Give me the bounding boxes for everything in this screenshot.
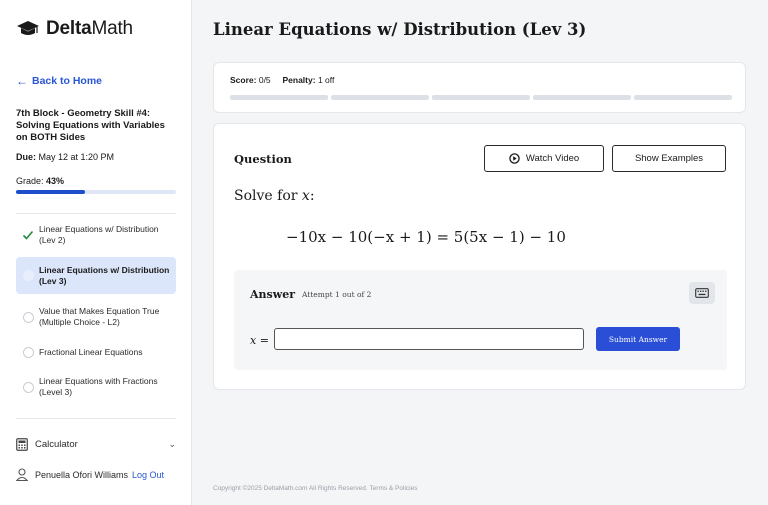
chevron-down-icon: ⌄: [168, 439, 176, 449]
equation: −10x − 10(−x + 1) = 5(5x − 1) − 10: [286, 228, 566, 246]
attempt-counter: Attempt 1 out of 2: [302, 290, 372, 299]
prompt-colon: :: [309, 188, 315, 204]
circle-icon: [22, 346, 34, 358]
answer-input[interactable]: [274, 328, 584, 350]
watch-video-label: Watch Video: [525, 153, 580, 164]
calculator-icon: [16, 438, 28, 451]
grade-progress-fill: [16, 190, 85, 194]
progress-segments: [230, 95, 732, 100]
skill-item-value-equation[interactable]: Value that Makes Equation True (Multiple…: [16, 302, 176, 332]
skill-item-lev2[interactable]: Linear Equations w/ Distribution (Lev 2): [16, 220, 176, 250]
progress-segment: [230, 95, 328, 100]
calculator-toggle[interactable]: Calculator ⌄: [16, 438, 176, 451]
answer-variable: x =: [250, 334, 269, 347]
show-examples-button[interactable]: Show Examples: [612, 145, 726, 172]
page-title: Linear Equations w/ Distribution (Lev 3): [213, 20, 587, 39]
progress-segment: [331, 95, 429, 100]
back-to-home-label: Back to Home: [32, 75, 103, 87]
due-date: Due: May 12 at 1:20 PM: [16, 152, 114, 162]
circle-icon: [22, 311, 34, 323]
footer-copyright: Copyright ©2025 DeltaMath.com All Rights…: [213, 485, 418, 492]
assignment-title: 7th Block - Geometry Skill #4: Solving E…: [16, 108, 165, 143]
watch-video-button[interactable]: Watch Video: [484, 145, 604, 172]
circle-icon: [22, 270, 34, 282]
penalty-label: Penalty:: [282, 75, 316, 85]
grade-value: 43%: [46, 176, 65, 186]
grade-label: Grade:: [16, 176, 44, 186]
user-name: Penuella Ofori Williams: [35, 469, 129, 480]
due-value: May 12 at 1:20 PM: [38, 152, 115, 162]
skill-label: Linear Equations with Fractions (Level 3…: [39, 376, 158, 397]
question-card: Question Watch Video Show Examples Solve…: [213, 123, 746, 390]
answer-label: Answer: [250, 288, 295, 301]
skill-item-fractions-lev3[interactable]: Linear Equations with Fractions (Level 3…: [16, 372, 176, 402]
logo-text: DeltaMath: [46, 18, 133, 39]
arrow-left-icon: ←: [16, 74, 28, 88]
skill-item-fractional[interactable]: Fractional Linear Equations: [16, 342, 176, 362]
user-info: Penuella Ofori Williams Log Out: [16, 468, 164, 481]
answer-equals: =: [259, 334, 269, 347]
skill-label: Linear Equations w/ Distribution (Lev 3): [39, 264, 170, 286]
keyboard-icon: [695, 288, 709, 298]
score-line: Score: 0/5 Penalty: 1 off: [230, 75, 334, 85]
circle-icon: [22, 381, 34, 393]
skill-label: Value that Makes Equation True (Multiple…: [39, 306, 160, 327]
graduation-cap-icon: [16, 20, 40, 38]
grade: Grade: 43%: [16, 176, 64, 186]
answer-var-x: x: [250, 334, 257, 347]
score-card: Score: 0/5 Penalty: 1 off: [213, 62, 746, 113]
user-icon: [16, 468, 28, 481]
progress-segment: [533, 95, 631, 100]
question-prompt: Solve for x:: [234, 188, 315, 204]
score-value: 0/5: [258, 75, 271, 85]
submit-answer-button[interactable]: Submit Answer: [596, 327, 680, 351]
skill-item-lev3[interactable]: Linear Equations w/ Distribution (Lev 3): [16, 257, 176, 294]
skill-label: Fractional Linear Equations: [39, 346, 143, 357]
checkmark-icon: [22, 229, 34, 241]
back-to-home-link[interactable]: ← Back to Home: [16, 74, 102, 88]
sidebar-divider: [16, 418, 176, 419]
skill-label: Linear Equations w/ Distribution (Lev 2): [39, 224, 159, 245]
grade-progress-bar: [16, 190, 176, 194]
logout-link[interactable]: Log Out: [132, 470, 164, 480]
score-label: Score:: [230, 75, 257, 85]
progress-segment: [634, 95, 732, 100]
keyboard-button[interactable]: [689, 282, 715, 304]
sidebar-divider: [16, 213, 176, 214]
play-circle-icon: [509, 153, 520, 164]
question-label: Question: [234, 152, 292, 166]
calculator-label: Calculator: [35, 439, 78, 450]
prompt-variable: x: [301, 188, 310, 204]
progress-segment: [432, 95, 530, 100]
prompt-text: Solve for: [234, 188, 298, 204]
due-label: Due:: [16, 152, 36, 162]
sidebar: DeltaMath ← Back to Home 7th Block - Geo…: [0, 0, 192, 505]
answer-area: Answer Attempt 1 out of 2 x = Submit Ans…: [234, 270, 727, 370]
deltamath-logo[interactable]: DeltaMath: [16, 18, 133, 40]
penalty-value: 1 off: [317, 75, 335, 85]
